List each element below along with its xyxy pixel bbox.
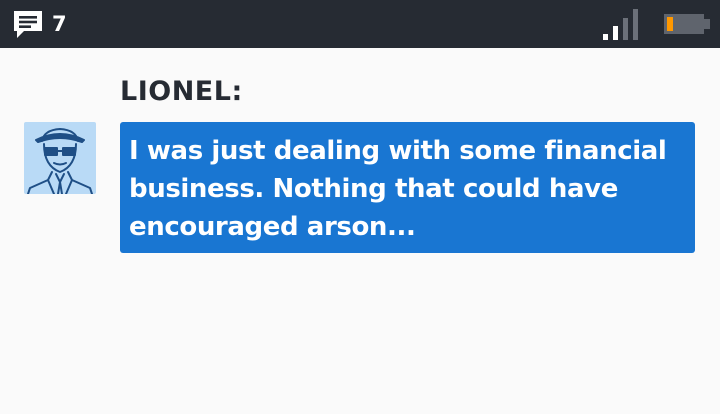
status-bar: 7 xyxy=(0,0,720,48)
signal-strength-icon xyxy=(603,9,638,40)
dialogue-text: I was just dealing with some financial b… xyxy=(129,136,667,242)
speaker-name: LIONEL: xyxy=(120,76,243,107)
message-count: 7 xyxy=(52,12,67,36)
chat-bubble-lines-icon[interactable] xyxy=(12,9,44,41)
battery-low-icon xyxy=(664,14,710,34)
detective-portrait-icon xyxy=(24,122,96,194)
dialogue-bubble[interactable]: I was just dealing with some financial b… xyxy=(120,122,695,253)
